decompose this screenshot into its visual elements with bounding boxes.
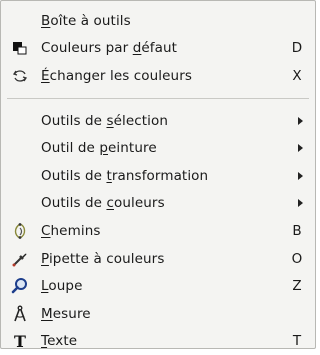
submenu-arrow-icon [298, 144, 303, 153]
menu-item-swap-colors[interactable]: Échanger les couleurs X [1, 62, 315, 90]
menu-item-measure[interactable]: Mesure [1, 300, 315, 328]
menu-item-label: Outils de transformation [41, 167, 209, 184]
menu-item-label: Mesure [41, 305, 91, 322]
shortcut-label: T [292, 333, 302, 350]
menu-item-transform-tools[interactable]: Outils de transformation [1, 162, 315, 190]
menu-item-toolbox[interactable]: Boîte à outils [1, 7, 315, 35]
submenu-arrow-icon [298, 116, 303, 125]
shortcut-label: X [292, 67, 302, 84]
shortcut-label: Z [292, 278, 302, 295]
menu-item-label: Outils de couleurs [41, 195, 165, 212]
menu-item-default-colors[interactable]: Couleurs par défaut D [1, 35, 315, 63]
default-colors-icon [9, 37, 31, 59]
tools-menu: Boîte à outils Couleurs par défaut D Éch… [0, 0, 316, 351]
submenu-arrow-icon [298, 171, 303, 180]
menu-item-label: Pipette à couleurs [41, 250, 165, 267]
swap-colors-icon [9, 65, 31, 87]
menu-item-label: Couleurs par défaut [41, 40, 178, 57]
menu-item-magnify[interactable]: Loupe Z [1, 272, 315, 300]
menu-item-color-picker[interactable]: Pipette à couleurs O [1, 245, 315, 273]
menu-item-label: Échanger les couleurs [41, 67, 192, 84]
menu-item-selection-tools[interactable]: Outils de sélection [1, 107, 315, 135]
menu-item-label: Outils de sélection [41, 112, 169, 129]
submenu-arrow-icon [298, 199, 303, 208]
menu-item-label: Loupe [41, 278, 83, 295]
shortcut-label: B [292, 222, 302, 239]
magnify-icon [9, 275, 31, 297]
shortcut-label: O [291, 250, 303, 267]
menu-item-paint-tools[interactable]: Outil de peinture [1, 134, 315, 162]
paths-icon [9, 220, 31, 242]
menu-item-label: Texte [41, 333, 78, 350]
menu-item-paths[interactable]: Chemins B [1, 217, 315, 245]
menu-separator [7, 97, 309, 99]
menu-item-color-tools[interactable]: Outils de couleurs [1, 190, 315, 218]
color-picker-icon [9, 248, 31, 270]
menu-item-label: Outil de peinture [41, 140, 157, 157]
menu-item-label: Chemins [41, 222, 101, 239]
shortcut-label: D [291, 40, 303, 57]
measure-icon [9, 303, 31, 325]
text-icon: T [14, 331, 26, 351]
menu-item-label: Boîte à outils [41, 12, 131, 29]
